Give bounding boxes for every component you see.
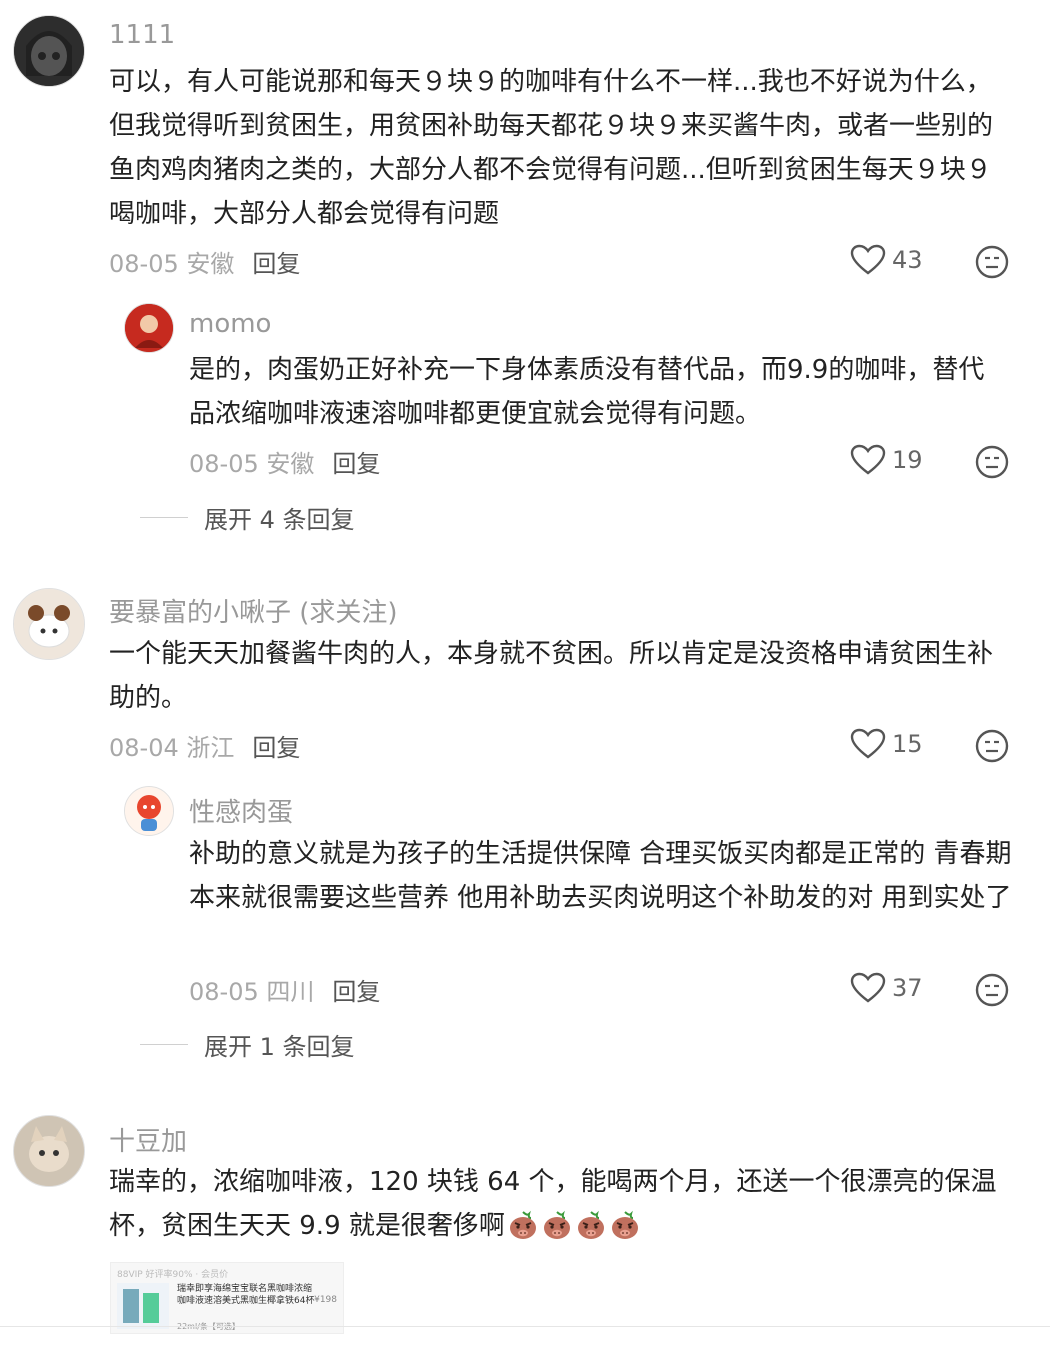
preview-topline: 88VIP 好评率90% · 会员价 <box>117 1270 229 1280</box>
date-location: 08-05 安徽 <box>109 250 235 278</box>
angry-pig-emoji <box>509 1210 536 1239</box>
dislike-face-icon[interactable] <box>975 245 1009 279</box>
angry-pig-emoji <box>611 1210 638 1239</box>
like-count: 43 <box>892 246 923 274</box>
heart-outline-icon <box>850 444 886 475</box>
username[interactable]: momo <box>189 309 271 339</box>
like-button[interactable]: 37 <box>850 972 923 1004</box>
expand-replies-button[interactable]: 展开 4 条回复 <box>140 500 355 535</box>
date-location: 08-04 浙江 <box>109 734 235 762</box>
product-thumbnail <box>117 1283 169 1329</box>
dislike-face-icon[interactable] <box>975 445 1009 479</box>
divider-line <box>140 517 188 518</box>
reply-text: 补助的意义就是为孩子的生活提供保障 合理买饭买肉都是正常的 青春期本来就很需要这… <box>189 839 1012 913</box>
divider-line <box>140 1044 188 1045</box>
heart-outline-icon <box>850 244 886 275</box>
username[interactable]: 要暴富的小啾子 (求关注) <box>109 592 398 629</box>
date-location: 08-05 安徽 <box>189 450 315 478</box>
heart-outline-icon <box>850 972 886 1003</box>
product-preview-image[interactable]: 88VIP 好评率90% · 会员价 瑞幸即享海绵宝宝联名黑咖啡浓缩咖啡液速溶美… <box>110 1262 344 1334</box>
angry-pig-emoji <box>543 1210 570 1239</box>
avatar[interactable] <box>13 1115 85 1187</box>
comment-text: 可以，有人可能说那和每天９块９的咖啡有什么不一样...我也不好说为什么，但我觉得… <box>109 67 994 229</box>
preview-title: 瑞幸即享海绵宝宝联名黑咖啡浓缩咖啡液速溶美式黑咖生椰拿铁64杯 <box>177 1284 315 1306</box>
reply-text: 是的，肉蛋奶正好补充一下身体素质没有替代品，而9.9的咖啡，替代品浓缩咖啡液速溶… <box>189 355 985 429</box>
reply-meta: 08-05 安徽 回复 <box>189 444 380 479</box>
reply-button[interactable]: 回复 <box>252 250 300 278</box>
reply-meta: 08-05 四川 回复 <box>189 972 380 1007</box>
reply-button[interactable]: 回复 <box>252 734 300 762</box>
expand-label: 展开 1 条回复 <box>204 1033 355 1061</box>
heart-outline-icon <box>850 728 886 759</box>
date-location: 08-05 四川 <box>189 978 315 1006</box>
dislike-face-icon[interactable] <box>975 973 1009 1007</box>
expand-replies-button[interactable]: 展开 1 条回复 <box>140 1027 355 1062</box>
angry-pig-emoji <box>577 1210 604 1239</box>
like-count: 19 <box>892 446 923 474</box>
expand-label: 展开 4 条回复 <box>204 506 355 534</box>
divider <box>0 1326 1050 1327</box>
avatar[interactable] <box>13 15 85 87</box>
preview-price: ¥198 <box>314 1295 337 1305</box>
comment-text: 瑞幸的，浓缩咖啡液，120 块钱 64 个，能喝两个月，还送一个很漂亮的保温杯，… <box>109 1160 1014 1248</box>
like-count: 15 <box>892 730 923 758</box>
avatar[interactable] <box>13 588 85 660</box>
comment-meta: 08-04 浙江 回复 <box>109 728 300 763</box>
dislike-face-icon[interactable] <box>975 729 1009 763</box>
avatar[interactable] <box>124 786 174 836</box>
username[interactable]: 十豆加 <box>109 1121 187 1158</box>
emoji-group <box>505 1210 641 1241</box>
username[interactable]: 性感肉蛋 <box>189 792 293 829</box>
reply-button[interactable]: 回复 <box>332 450 380 478</box>
like-button[interactable]: 19 <box>850 444 923 476</box>
comment-text: 一个能天天加餐酱牛肉的人，本身就不贫困。所以肯定是没资格申请贫困生补助的。 <box>109 639 994 713</box>
like-button[interactable]: 15 <box>850 728 923 760</box>
username[interactable]: 1111 <box>109 20 175 50</box>
avatar[interactable] <box>124 303 174 353</box>
reply-button[interactable]: 回复 <box>332 978 380 1006</box>
comment-meta: 08-05 安徽 回复 <box>109 244 300 279</box>
like-button[interactable]: 43 <box>850 244 923 276</box>
like-count: 37 <box>892 974 923 1002</box>
